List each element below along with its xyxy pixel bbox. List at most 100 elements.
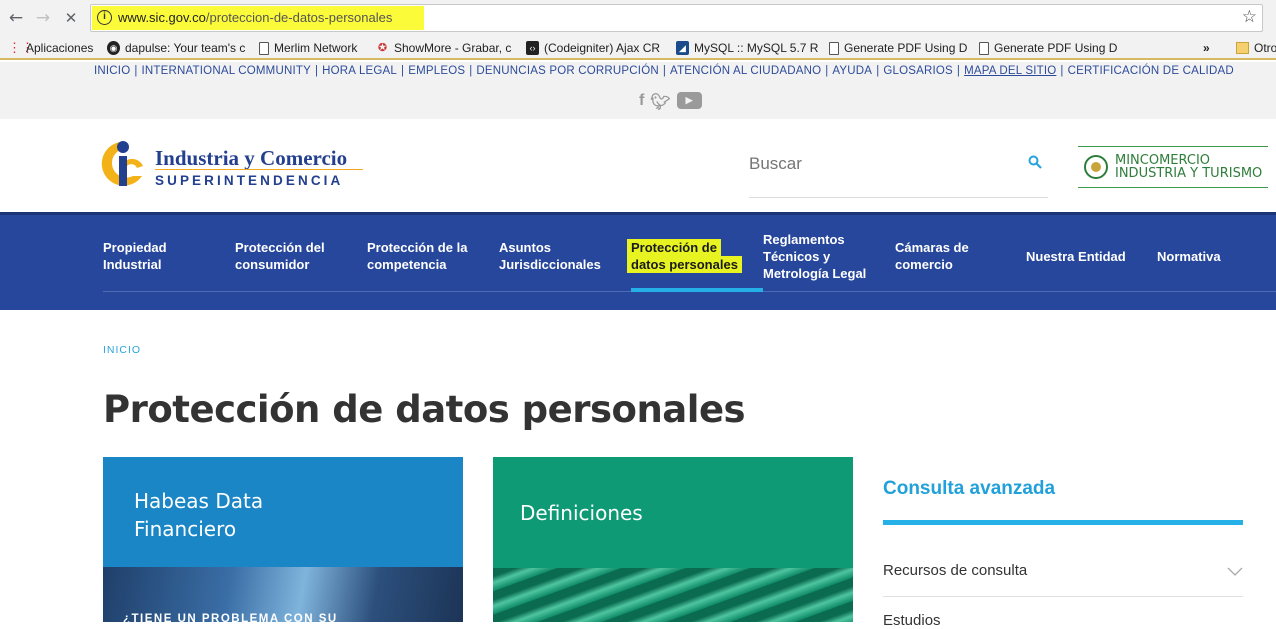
util-link-empleos[interactable]: EMPLEOS (408, 65, 465, 77)
util-link-denuncias[interactable]: DENUNCIAS POR CORRUPCIÓN (476, 65, 658, 77)
showmore-icon: ✪ (377, 42, 388, 54)
page-title: Protección de datos personales (103, 388, 746, 431)
bookmark-apps[interactable]: ⋮⋮ Aplicaciones (8, 39, 93, 57)
sic-logo-icon[interactable] (93, 136, 148, 192)
bookmark-label: Otro (1254, 41, 1276, 55)
stop-loading-icon[interactable]: ✕ (61, 8, 81, 28)
nav-label-line: Industrial (103, 257, 162, 272)
util-link-ayuda[interactable]: AYUDA (832, 65, 872, 77)
forward-arrow-icon[interactable]: → (33, 8, 53, 28)
bookmark-label: dapulse: Your team's c (125, 41, 246, 55)
logo-divider (155, 169, 363, 170)
nav-label-line: consumidor (235, 257, 310, 272)
page-icon (829, 41, 839, 55)
sidebar-accent-bar (883, 520, 1243, 525)
youtube-icon[interactable]: ▶ (676, 92, 702, 109)
code-icon: ‹› (526, 41, 539, 55)
nav-asuntos-jurisdiccionales[interactable]: Asuntos Jurisdiccionales (499, 239, 601, 273)
bookmark-pdf-2[interactable]: Generate PDF Using D (979, 39, 1117, 57)
search-icon[interactable] (1028, 155, 1042, 169)
url-text[interactable]: www.sic.gov.co/proteccion-de-datos-perso… (118, 10, 392, 25)
bookmark-codeigniter[interactable]: ‹› (Codeigniter) Ajax CR (526, 39, 660, 57)
logo-title[interactable]: Industria y Comercio (155, 146, 347, 171)
nav-proteccion-datos-personales[interactable]: Protección de datos personales (627, 239, 742, 273)
nav-label-line: Jurisdiccionales (499, 257, 601, 272)
apps-grid-icon: ⋮⋮ (8, 40, 34, 55)
card-image (493, 568, 853, 622)
bookmark-pdf-1[interactable]: Generate PDF Using D (829, 39, 967, 57)
bookmark-dapulse[interactable]: ◉ dapulse: Your team's c (107, 39, 245, 57)
sidebar-divider (883, 596, 1243, 597)
mincomercio-line2: INDUSTRIA Y TURISMO (1115, 166, 1263, 181)
bookmarks-overflow-button[interactable]: » (1203, 39, 1210, 57)
sidebar-title: Consulta avanzada (883, 478, 1056, 499)
chevron-down-icon[interactable] (1226, 564, 1244, 578)
url-path: /proteccion-de-datos-personales (205, 10, 393, 25)
sidebar-item-estudios[interactable]: Estudios (883, 612, 941, 629)
sidebar-item-recursos[interactable]: Recursos de consulta (883, 562, 1027, 579)
search-input[interactable] (749, 154, 1009, 174)
mysql-icon: ◢ (676, 41, 689, 55)
bookmarks-bar: ⋮⋮ Aplicaciones ◉ dapulse: Your team's c… (0, 36, 1276, 60)
card-teaser: ¿TIENE UN PROBLEMA CON SU (123, 613, 338, 622)
nav-label-line: Cámaras de (895, 240, 969, 255)
nav-proteccion-consumidor[interactable]: Protección del consumidor (235, 239, 325, 273)
mincomercio-logo[interactable]: MINCOMERCIO INDUSTRIA Y TURISMO (1078, 146, 1268, 188)
logo-subtitle[interactable]: SUPERINTENDENCIA (155, 173, 343, 188)
util-link-atencion[interactable]: ATENCIÓN AL CIUDADANO (670, 65, 821, 77)
util-link-international[interactable]: INTERNATIONAL COMMUNITY (142, 65, 311, 77)
bookmark-label: ShowMore - Grabar, c (394, 41, 512, 55)
page-icon (979, 41, 989, 55)
address-bar[interactable]: i www.sic.gov.co/proteccion-de-datos-per… (90, 4, 1263, 32)
nav-normativa[interactable]: Normativa (1157, 248, 1221, 265)
nav-propiedad-industrial[interactable]: Propiedad Industrial (103, 239, 167, 273)
nav-label-line: Protección de (627, 239, 721, 256)
nav-label-line: competencia (367, 257, 447, 272)
folder-icon (1236, 42, 1249, 54)
bookmark-label: Generate PDF Using D (844, 41, 968, 55)
colombia-seal-icon (1084, 155, 1108, 179)
utility-bar: INICIO | INTERNATIONAL COMMUNITY | HORA LEGA… (0, 62, 1276, 119)
util-link-mapa[interactable]: MAPA DEL SITIO (964, 65, 1056, 77)
facebook-icon[interactable]: f (639, 92, 644, 111)
util-link-glosarios[interactable]: GLOSARIOS (883, 65, 953, 77)
page-icon (259, 41, 269, 55)
nav-label-line: Asuntos (499, 240, 551, 255)
bookmark-mysql[interactable]: ◢ MySQL :: MySQL 5.7 R (676, 39, 818, 57)
nav-label-line: datos personales (627, 256, 742, 273)
nav-label-line: Protección del (235, 240, 325, 255)
dapulse-icon: ◉ (107, 41, 120, 55)
info-icon[interactable]: i (97, 10, 112, 25)
nav-nuestra-entidad[interactable]: Nuestra Entidad (1026, 248, 1126, 265)
bookmark-label: Generate PDF Using D (994, 41, 1118, 55)
nav-label-line: Metrología Legal (763, 266, 867, 281)
nav-label-line: comercio (895, 257, 953, 272)
nav-camaras-comercio[interactable]: Cámaras de comercio (895, 239, 969, 273)
bookmark-star-icon[interactable]: ☆ (1242, 7, 1257, 27)
nav-label-line: Reglamentos (763, 232, 845, 247)
util-link-inicio[interactable]: INICIO (94, 65, 130, 77)
twitter-icon[interactable]: 🐦︎ (650, 92, 670, 111)
card-definiciones[interactable]: Definiciones (493, 457, 853, 622)
main-nav: Propiedad Industrial Protección del cons… (0, 212, 1276, 310)
bookmark-showmore[interactable]: ✪ ShowMore - Grabar, c (376, 39, 511, 57)
nav-active-indicator (631, 288, 763, 292)
bookmark-label: Aplicaciones (26, 41, 94, 55)
back-arrow-icon[interactable]: ← (6, 8, 26, 28)
utility-links: INICIO | INTERNATIONAL COMMUNITY | HORA LEGA… (94, 65, 1234, 77)
nav-label-line: Protección de la (367, 240, 468, 255)
nav-label-line: Nuestra Entidad (1026, 249, 1126, 264)
bookmark-other-folder[interactable]: Otro (1236, 39, 1276, 57)
mincomercio-text: MINCOMERCIO INDUSTRIA Y TURISMO (1115, 154, 1262, 180)
nav-label-line: Técnicos y (763, 249, 831, 264)
bookmark-label: Merlim Network (274, 41, 358, 55)
card-habeas-data[interactable]: Habeas Data Financiero ¿TIENE UN PROBLEM… (103, 457, 463, 622)
util-link-certificacion[interactable]: CERTIFICACIÓN DE CALIDAD (1068, 65, 1234, 77)
nav-proteccion-competencia[interactable]: Protección de la competencia (367, 239, 467, 273)
util-link-hora-legal[interactable]: HORA LEGAL (322, 65, 397, 77)
card-title: Definiciones (520, 501, 643, 525)
bookmark-label: (Codeigniter) Ajax CR (544, 41, 661, 55)
bookmark-merlim[interactable]: Merlim Network (259, 39, 357, 57)
nav-reglamentos-tecnicos[interactable]: Reglamentos Técnicos y Metrología Legal (763, 231, 866, 282)
breadcrumb[interactable]: INICIO (103, 344, 141, 356)
